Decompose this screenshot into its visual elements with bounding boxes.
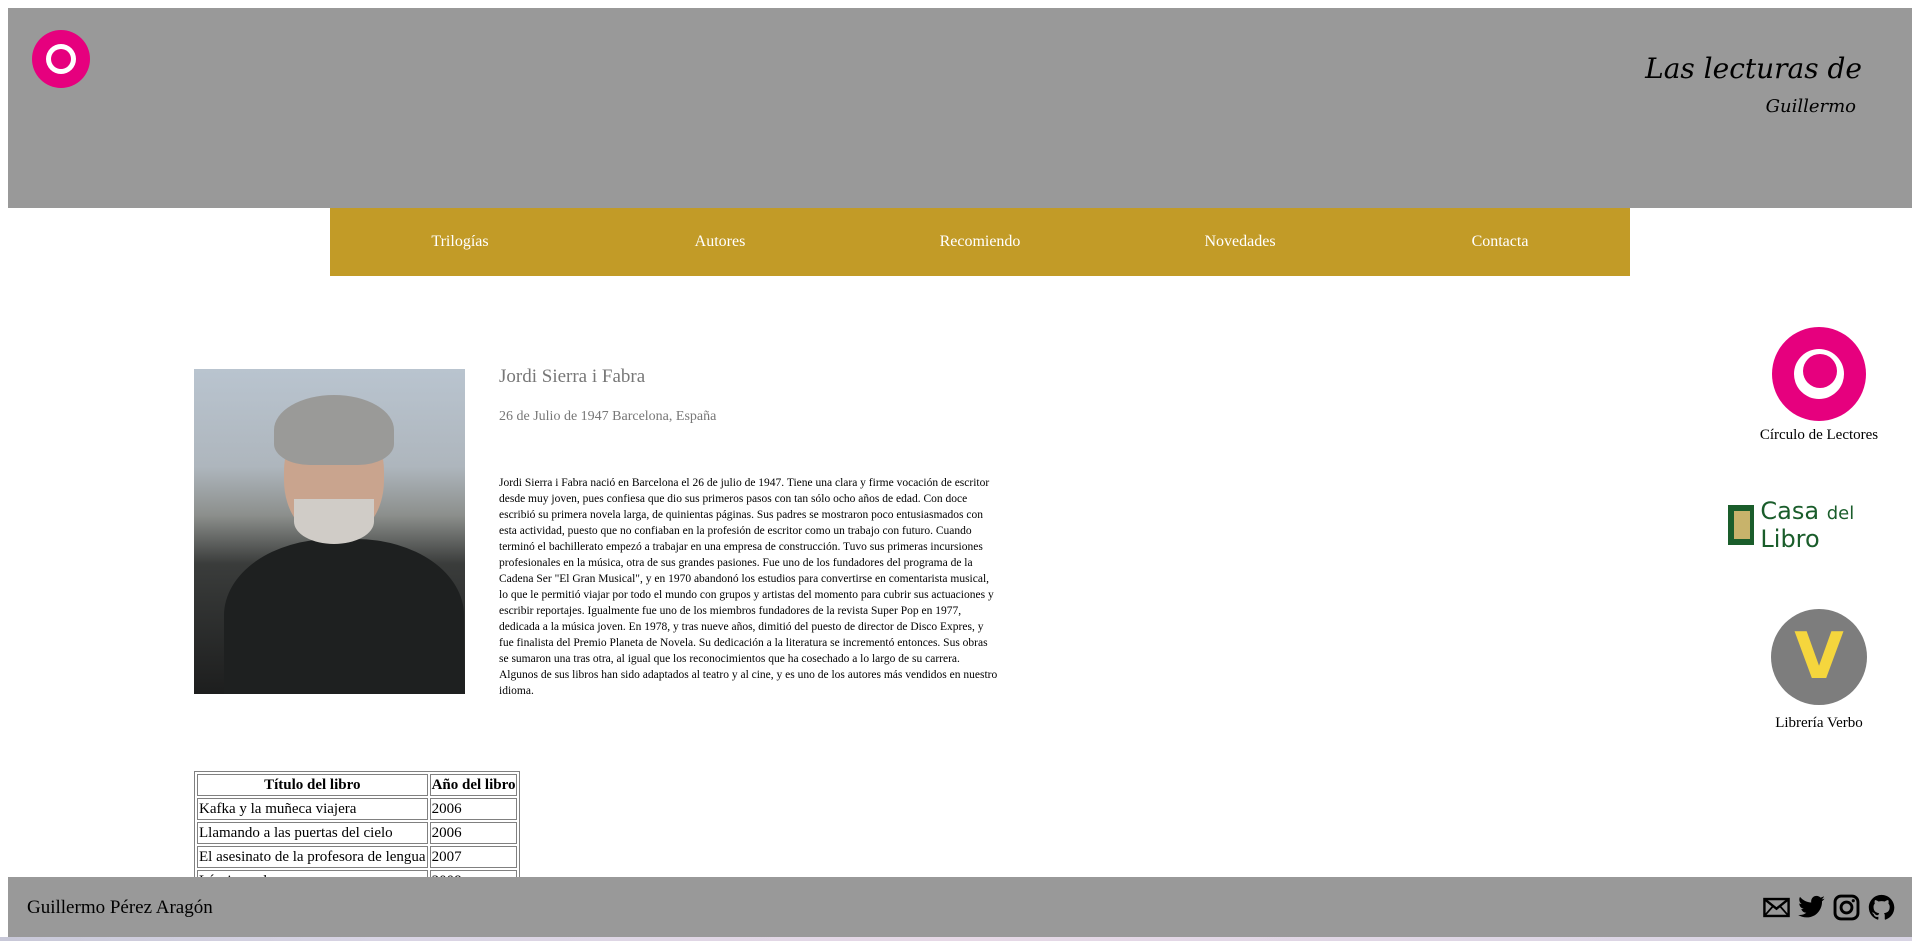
libreria-verbo-label: Librería Verbo [1775, 715, 1863, 731]
site-logo-icon[interactable] [32, 30, 90, 88]
nav-item-contacta[interactable]: Contacta [1370, 208, 1630, 276]
libreria-verbo-link[interactable]: V Librería Verbo [1760, 609, 1878, 732]
author-photo [194, 369, 465, 694]
table-row: Kafka y la muñeca viajera 2006 [197, 798, 518, 820]
nav-item-novedades[interactable]: Novedades [1110, 208, 1370, 276]
main-nav: Trilogías Autores Recomiendo Novedades C… [330, 208, 1630, 276]
circulo-lectores-link[interactable]: Círculo de Lectores [1750, 327, 1888, 444]
brand-title: Las lecturas de [1645, 52, 1862, 85]
photo-hair-shape [274, 395, 394, 465]
author-bio: Jordi Sierra i Fabra nació en Barcelona … [499, 477, 998, 697]
instagram-icon[interactable] [1832, 893, 1861, 922]
bottom-strip [0, 937, 1912, 941]
book-title-cell: Llamando a las puertas del cielo [197, 822, 428, 844]
twitter-icon[interactable] [1797, 893, 1826, 922]
mail-icon[interactable] [1762, 893, 1791, 922]
table-row: El asesinato de la profesora de lengua 2… [197, 846, 518, 868]
table-row: Llamando a las puertas del cielo 2006 [197, 822, 518, 844]
site-footer: Guillermo Pérez Aragón [8, 877, 1912, 937]
circulo-lectores-label: Círculo de Lectores [1759, 427, 1879, 443]
book-year-cell: 2007 [429, 846, 518, 868]
photo-beard-shape [294, 499, 374, 544]
column-header-year: Año del libro [429, 774, 518, 796]
libreria-verbo-logo-icon: V [1771, 609, 1867, 705]
nav-item-autores[interactable]: Autores [590, 208, 850, 276]
nav-item-recomiendo[interactable]: Recomiendo [850, 208, 1110, 276]
casa-del-libro-wordmark: Casa del Libro [1760, 497, 1912, 553]
author-name: Jordi Sierra i Fabra [499, 366, 646, 387]
table-header-row: Título del libro Año del libro [197, 774, 518, 796]
github-icon[interactable] [1867, 893, 1896, 922]
casa-word: Casa [1760, 497, 1820, 525]
book-title-cell: Kafka y la muñeca viajera [197, 798, 428, 820]
social-links [1762, 893, 1896, 922]
circulo-lectores-logo-icon [1772, 327, 1866, 421]
casa-del-word: del [1826, 503, 1855, 524]
brand-subtitle: Guillermo [1765, 96, 1856, 117]
book-title-cell: El asesinato de la profesora de lengua [197, 846, 428, 868]
casa-del-libro-link[interactable]: Casa del Libro [1728, 497, 1912, 553]
column-header-title: Título del libro [197, 774, 428, 796]
photo-body-shape [224, 539, 464, 694]
book-year-cell: 2006 [429, 798, 518, 820]
site-header: Las lecturas de Guillermo [8, 8, 1912, 208]
casa-del-libro-logo-icon [1728, 505, 1755, 545]
footer-author-name: Guillermo Pérez Aragón [27, 897, 213, 918]
nav-item-trilogias[interactable]: Trilogías [330, 208, 590, 276]
author-birth: 26 de Julio de 1947 Barcelona, España [499, 409, 717, 424]
casa-libro-word: Libro [1760, 525, 1820, 553]
book-year-cell: 2006 [429, 822, 518, 844]
